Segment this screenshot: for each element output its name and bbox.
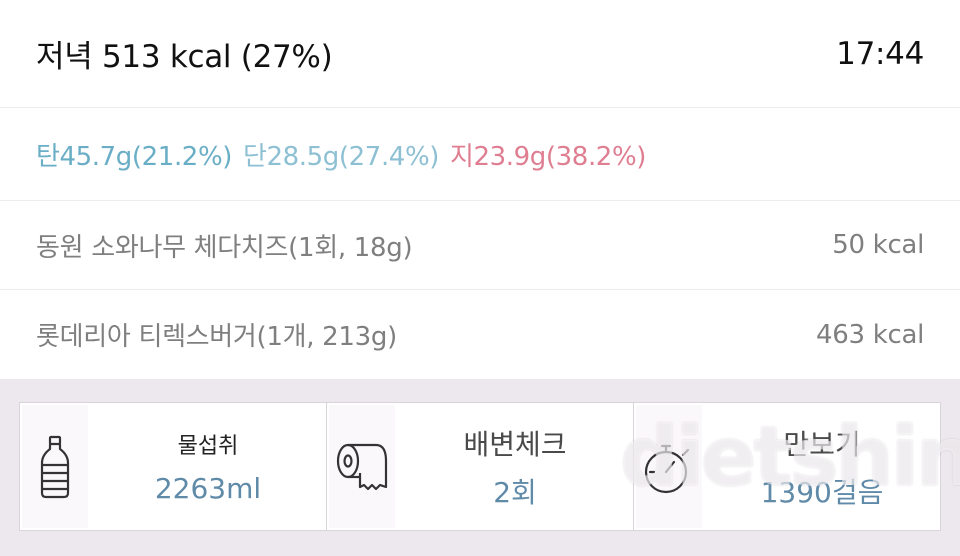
meal-time: 17:44 [836, 35, 924, 72]
food-item[interactable]: 롯데리아 티렉스버거(1개, 213g) 463 kcal [0, 290, 960, 379]
food-name: 롯데리아 티렉스버거(1개, 213g) [36, 322, 397, 352]
water-intake-card[interactable]: 물섭취 2263ml [20, 403, 326, 530]
macro-summary: 탄45.7g(21.2%) 단28.5g(27.4%) 지23.9g(38.2%) [0, 108, 960, 201]
toilet-paper-icon [329, 405, 395, 528]
fat-value: 지23.9g(38.2%) [450, 141, 646, 172]
bowel-value: 2회 [493, 475, 537, 509]
water-bottle-icon [22, 405, 88, 528]
pedometer-card[interactable]: 만보기 1390걸음 [633, 403, 940, 530]
food-kcal: 463 kcal [816, 319, 924, 350]
steps-value: 1390걸음 [760, 475, 884, 509]
water-label: 물섭취 [177, 434, 239, 459]
food-name: 동원 소와나무 체다치즈(1회, 18g) [36, 232, 413, 263]
water-value: 2263ml [154, 472, 262, 505]
tracker-cards: 물섭취 2263ml 배변체크 2회 만보기 1390걸음 [19, 402, 941, 531]
carb-value: 탄45.7g(21.2%) [36, 141, 232, 172]
stopwatch-icon [636, 405, 702, 528]
food-item[interactable]: 동원 소와나무 체다치즈(1회, 18g) 50 kcal [0, 201, 960, 290]
meal-header: 저녁 513 kcal (27%) 17:44 [0, 0, 960, 108]
food-kcal: 50 kcal [832, 230, 924, 260]
bowel-label: 배변체크 [463, 427, 567, 461]
steps-label: 만보기 [783, 427, 861, 461]
protein-value: 단28.5g(27.4%) [243, 141, 439, 172]
tracker-section: 물섭취 2263ml 배변체크 2회 만보기 1390걸음 [0, 379, 960, 556]
bowel-check-card[interactable]: 배변체크 2회 [326, 403, 633, 530]
meal-title: 저녁 513 kcal (27%) [36, 39, 333, 75]
